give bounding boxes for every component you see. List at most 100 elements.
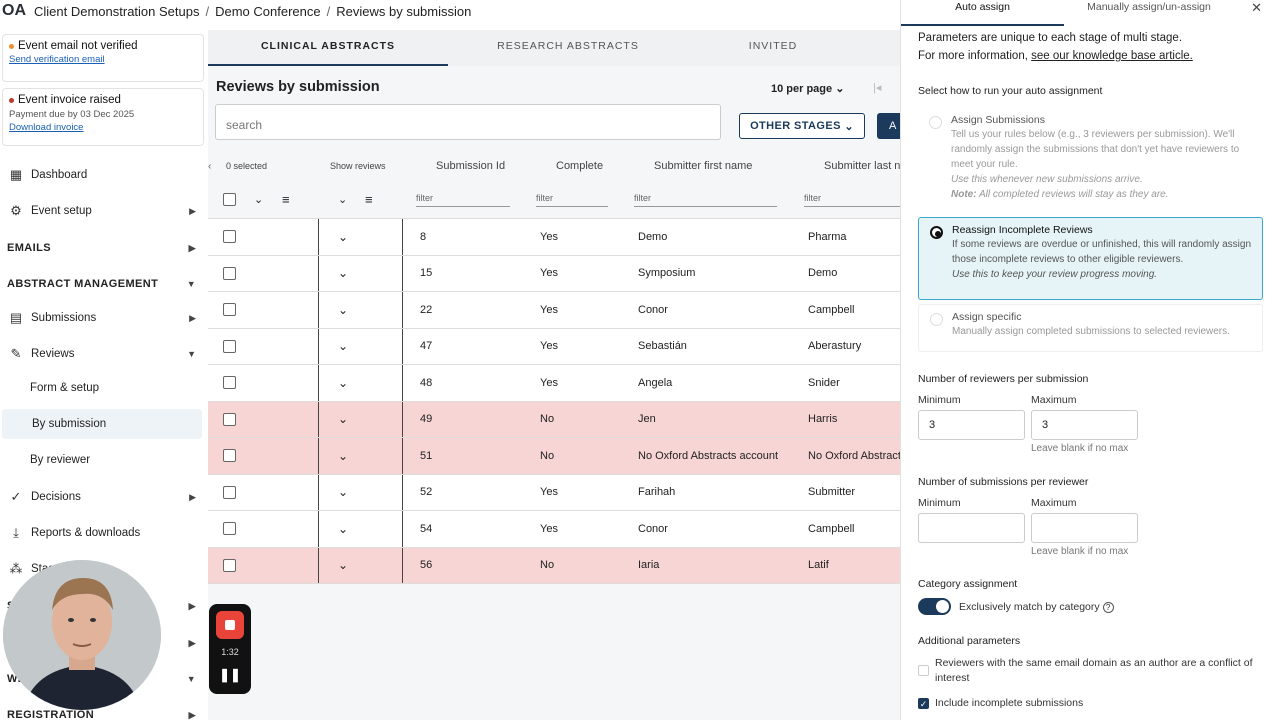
option-reassign-incomplete[interactable]: Reassign Incomplete Reviews If some revi… bbox=[918, 217, 1263, 300]
table-row[interactable]: ⌄ 22 Yes Conor Campbell bbox=[208, 292, 900, 329]
stages-icon: ⁂ bbox=[9, 561, 23, 576]
sidebar-item-label: Event setup bbox=[31, 205, 92, 217]
sidebar-section-emails[interactable]: EMAILS ▶ bbox=[0, 233, 206, 263]
knowledge-base-link[interactable]: see our knowledge base article. bbox=[1031, 50, 1193, 62]
collapse-icon[interactable]: ‹ bbox=[208, 151, 211, 181]
sidebar-item-label: By submission bbox=[32, 418, 107, 430]
other-stages-label: OTHER STAGES bbox=[750, 120, 841, 132]
row-checkbox[interactable] bbox=[223, 376, 236, 390]
table-row[interactable]: ⌄ 49 No Jen Harris bbox=[208, 401, 900, 438]
logo[interactable]: OA bbox=[2, 2, 26, 20]
max-label: Maximum bbox=[1031, 497, 1077, 509]
tab-auto-assign[interactable]: Auto assign bbox=[901, 0, 1064, 26]
select-all-checkbox[interactable] bbox=[223, 193, 236, 206]
expand-chevron-icon[interactable]: ⌄ bbox=[338, 365, 348, 401]
include-incomplete-checkbox[interactable]: ✓ bbox=[918, 698, 929, 709]
table-row[interactable]: ⌄ 56 No Iaria Latif bbox=[208, 547, 900, 584]
table-row[interactable]: ⌄ 48 Yes Angela Snider bbox=[208, 365, 900, 402]
tab-research-abstracts[interactable]: RESEARCH ABSTRACTS bbox=[448, 30, 688, 66]
sidebar-item-decisions[interactable]: ✓ Decisions ▶ bbox=[0, 482, 206, 512]
expand-chevron-icon[interactable]: ⌄ bbox=[338, 511, 348, 547]
row-checkbox[interactable] bbox=[223, 303, 236, 317]
radio-button[interactable] bbox=[930, 313, 943, 326]
close-icon[interactable]: ✕ bbox=[1251, 0, 1262, 16]
column-first-name[interactable]: Submitter first name bbox=[654, 151, 752, 181]
first-page-icon[interactable]: |◂ bbox=[873, 81, 881, 94]
table-row[interactable]: ⌄ 47 Yes Sebastián Aberastury bbox=[208, 328, 900, 365]
download-invoice-link[interactable]: Download invoice bbox=[9, 122, 197, 133]
filter-submission-id[interactable]: filter bbox=[416, 193, 510, 207]
table-row[interactable]: ⌄ 51 No No Oxford Abstracts account No Oxfor… bbox=[208, 438, 900, 475]
max-submissions-input[interactable] bbox=[1031, 513, 1138, 543]
cell-last-name: Harris bbox=[808, 413, 838, 426]
table-row[interactable]: ⌄ 52 Yes Farihah Submitter bbox=[208, 474, 900, 511]
filter-first-name[interactable]: filter bbox=[634, 193, 777, 207]
row-checkbox[interactable] bbox=[223, 522, 236, 536]
min-reviewers-input[interactable]: 3 bbox=[918, 410, 1025, 440]
sidebar-item-dashboard[interactable]: ▦ Dashboard bbox=[0, 160, 206, 190]
radio-button[interactable] bbox=[929, 116, 942, 129]
row-checkbox[interactable] bbox=[223, 230, 236, 244]
expand-chevron-icon[interactable]: ⌄ bbox=[338, 475, 348, 511]
expand-chevron-icon[interactable]: ⌄ bbox=[338, 402, 348, 438]
max-reviewers-input[interactable]: 3 bbox=[1031, 410, 1138, 440]
column-divider bbox=[402, 219, 403, 255]
chevron-down-icon[interactable]: ⌄ bbox=[254, 181, 263, 218]
sidebar-item-by-reviewer[interactable]: By reviewer bbox=[0, 445, 206, 475]
row-checkbox[interactable] bbox=[223, 266, 236, 280]
column-divider bbox=[318, 219, 319, 255]
filter-icon[interactable]: ≡ bbox=[282, 181, 290, 218]
other-stages-button[interactable]: OTHER STAGES ⌄ bbox=[739, 113, 865, 139]
filter-last-name[interactable]: filter bbox=[804, 193, 900, 207]
show-reviews-label: Show reviews bbox=[330, 161, 386, 171]
row-checkbox[interactable] bbox=[223, 412, 236, 426]
sidebar-item-reviews[interactable]: ✎ Reviews ▼ bbox=[0, 339, 206, 369]
expand-chevron-icon[interactable]: ⌄ bbox=[338, 256, 348, 292]
sidebar-item-event-setup[interactable]: ⚙ Event setup ▶ bbox=[0, 196, 206, 226]
search-input[interactable]: search bbox=[215, 104, 721, 140]
row-checkbox[interactable] bbox=[223, 449, 236, 463]
filter-icon[interactable]: ≡ bbox=[365, 181, 373, 218]
table-row[interactable]: ⌄ 15 Yes Symposium Demo bbox=[208, 255, 900, 292]
send-verification-link[interactable]: Send verification email bbox=[9, 54, 197, 65]
expand-chevron-icon[interactable]: ⌄ bbox=[338, 548, 348, 584]
tab-manual-assign[interactable]: Manually assign/un-assign bbox=[1064, 0, 1234, 26]
help-icon[interactable]: ? bbox=[1102, 602, 1114, 613]
assign-button[interactable]: A bbox=[877, 113, 900, 139]
option-assign-specific[interactable]: Assign specific Manually assign complete… bbox=[918, 304, 1263, 352]
sidebar-item-form-setup[interactable]: Form & setup bbox=[0, 373, 206, 403]
column-last-name[interactable]: Submitter last n bbox=[824, 151, 900, 181]
sidebar-section-abstract-management[interactable]: ABSTRACT MANAGEMENT ▼ bbox=[0, 269, 206, 299]
breadcrumb-item-client[interactable]: Client Demonstration Setups bbox=[34, 4, 199, 19]
category-toggle[interactable] bbox=[918, 598, 951, 615]
stop-recording-button[interactable] bbox=[216, 611, 244, 639]
pause-icon[interactable]: ❚❚ bbox=[209, 667, 251, 683]
table-row[interactable]: ⌄ 8 Yes Demo Pharma bbox=[208, 219, 900, 256]
breadcrumb-item-conference[interactable]: Demo Conference bbox=[215, 4, 321, 19]
sidebar-item-by-submission[interactable]: By submission bbox=[2, 409, 202, 439]
radio-button-selected[interactable] bbox=[930, 226, 943, 239]
expand-chevron-icon[interactable]: ⌄ bbox=[338, 329, 348, 365]
column-submission-id[interactable]: Submission Id bbox=[436, 151, 505, 181]
min-submissions-input[interactable] bbox=[918, 513, 1025, 543]
cell-last-name: Latif bbox=[808, 559, 829, 572]
expand-chevron-icon[interactable]: ⌄ bbox=[338, 292, 348, 328]
cell-last-name: Snider bbox=[808, 376, 840, 389]
expand-chevron-icon[interactable]: ⌄ bbox=[338, 219, 348, 255]
conflict-checkbox[interactable] bbox=[918, 665, 929, 676]
row-checkbox[interactable] bbox=[223, 485, 236, 499]
row-checkbox[interactable] bbox=[223, 558, 236, 572]
option-assign-submissions[interactable]: Assign Submissions Tell us your rules be… bbox=[918, 108, 1263, 212]
row-checkbox[interactable] bbox=[223, 339, 236, 353]
sidebar-item-submissions[interactable]: ▤ Submissions ▶ bbox=[0, 303, 206, 333]
cell-first-name: Conor bbox=[638, 303, 668, 316]
chevron-down-icon[interactable]: ⌄ bbox=[338, 181, 347, 218]
table-row[interactable]: ⌄ 54 Yes Conor Campbell bbox=[208, 511, 900, 548]
expand-chevron-icon[interactable]: ⌄ bbox=[338, 438, 348, 474]
tab-invited[interactable]: INVITED bbox=[688, 30, 858, 66]
tab-clinical-abstracts[interactable]: CLINICAL ABSTRACTS bbox=[208, 30, 448, 66]
per-page-select[interactable]: 10 per page ⌄ bbox=[771, 82, 844, 95]
filter-complete[interactable]: filter bbox=[536, 193, 608, 207]
sidebar-item-reports[interactable]: ⤓ Reports & downloads bbox=[0, 518, 206, 548]
column-complete[interactable]: Complete bbox=[556, 151, 603, 181]
